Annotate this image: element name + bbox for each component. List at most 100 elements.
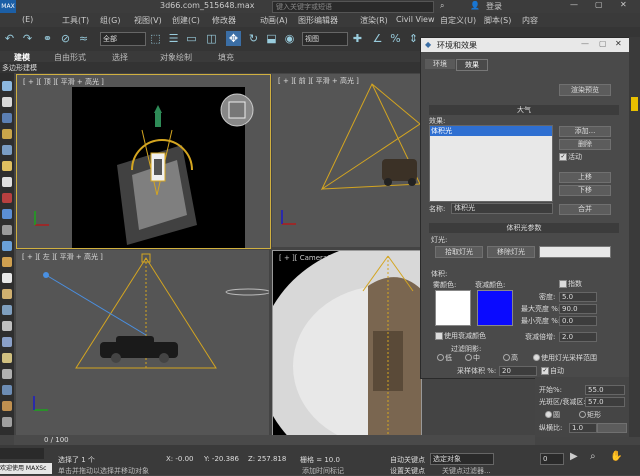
menu-rendering[interactable]: 渲染(R) — [360, 15, 388, 26]
key-mode-dropdown[interactable]: 选定对象 — [430, 453, 494, 465]
menu-tools[interactable]: 工具(T) — [62, 15, 89, 26]
selection-filter-dropdown[interactable]: 全部 — [100, 32, 146, 46]
stairs-icon[interactable] — [2, 417, 12, 427]
menu-edit[interactable]: (E) — [22, 15, 33, 24]
circle-radio[interactable] — [545, 411, 552, 418]
menu-graph-editors[interactable]: 图形编辑器 — [298, 15, 338, 26]
dialog-maximize-button[interactable]: ▢ — [599, 39, 607, 48]
close-button[interactable]: ✕ — [620, 0, 627, 9]
window-crossing-icon[interactable]: ◫ — [204, 31, 219, 46]
filter-high-radio[interactable] — [503, 354, 510, 361]
use-light-sample-radio[interactable] — [533, 354, 540, 361]
atten-color-swatch[interactable] — [477, 290, 513, 326]
menu-customize[interactable]: 自定义(U) — [440, 15, 476, 26]
rect-selection-icon[interactable]: ▭ — [184, 31, 199, 46]
menu-create[interactable]: 创建(C) — [172, 15, 200, 26]
effect-name-input[interactable]: 体积光 — [451, 203, 553, 214]
effects-list[interactable]: 体积光 — [429, 125, 553, 202]
login-link[interactable]: 登录 — [486, 1, 502, 12]
fog-color-swatch[interactable] — [435, 290, 471, 326]
density-spinner[interactable]: 5.0 — [559, 292, 597, 302]
bind-space-warp-icon[interactable]: ≈ — [76, 31, 91, 46]
viewport-top[interactable]: [ + ][ 顶 ][ 平滑 + 高光 ] — [16, 74, 271, 249]
use-atten-color-checkbox[interactable] — [435, 332, 443, 340]
snap-icon[interactable]: ∠ — [370, 31, 385, 46]
merge-button[interactable]: 合并 — [559, 204, 611, 215]
menu-animation[interactable]: 动画(A) — [260, 15, 288, 26]
geometry-icon[interactable] — [2, 225, 12, 235]
torus-icon[interactable] — [2, 257, 12, 267]
coord-x[interactable]: X: -0.00 — [166, 455, 194, 463]
maxscript-listener[interactable]: 欢迎使用 MAXSc — [0, 463, 52, 474]
spinner-snap-icon[interactable]: ⇕ — [406, 31, 421, 46]
search-icon[interactable]: ⌕ — [440, 1, 444, 11]
coord-y[interactable]: Y: -20.386 — [204, 455, 239, 463]
pan-icon[interactable]: ✋ — [610, 451, 622, 462]
minimize-button[interactable]: — — [570, 0, 578, 9]
select-object-icon[interactable]: ⬚ — [148, 31, 163, 46]
effects-list-item[interactable]: 体积光 — [430, 126, 552, 136]
tab-environment[interactable]: 环境 — [425, 59, 455, 69]
viewport-left[interactable]: [ + ][ 左 ][ 平滑 + 高光 ] — [16, 250, 269, 435]
exponent-checkbox[interactable] — [559, 280, 567, 288]
active-checkbox[interactable]: ✓ — [559, 153, 567, 161]
polygon-modeling-label[interactable]: 多边形建模 — [2, 63, 37, 73]
menu-view[interactable]: 视图(V) — [134, 15, 162, 26]
menu-modifiers[interactable]: 修改器 — [212, 15, 236, 26]
sample-volume-spinner[interactable]: 20 — [499, 366, 537, 376]
filter-mid-radio[interactable] — [465, 354, 472, 361]
zoom-icon[interactable]: ⌕ — [590, 451, 596, 462]
menu-group[interactable]: 组(G) — [100, 15, 120, 26]
nurbs-icon[interactable] — [2, 385, 12, 395]
select-by-name-icon[interactable]: ☰ — [166, 31, 181, 46]
hotspot-spinner[interactable]: 55.0 — [585, 385, 625, 395]
undo-icon[interactable]: ↶ — [2, 31, 17, 46]
min-brightness-spinner[interactable]: 0.0 — [559, 316, 597, 326]
volume-light-section-header[interactable]: 体积光参数 — [429, 223, 619, 233]
teapot-icon[interactable] — [2, 81, 12, 91]
light-icon[interactable] — [2, 161, 12, 171]
move-up-button[interactable]: 上移 — [559, 172, 611, 183]
tube-icon[interactable] — [2, 305, 12, 315]
light-list-dropdown[interactable] — [539, 246, 611, 258]
viewport-front[interactable]: [ + ][ 前 ][ 平滑 + 高光 ] — [272, 74, 420, 247]
dialog-minimize-button[interactable]: — — [581, 39, 589, 48]
camera-icon[interactable] — [2, 177, 12, 187]
viewport-camera[interactable]: [ + ][ Camera001 ][ 环境光阻挡 + 39 ] — [272, 250, 422, 437]
link-icon[interactable]: ⚭ — [40, 31, 55, 46]
plane-icon[interactable] — [2, 145, 12, 155]
unlink-icon[interactable]: ⊘ — [58, 31, 73, 46]
time-slider[interactable]: 0 / 100 — [14, 435, 535, 445]
select-move-icon[interactable]: ✥ — [226, 31, 241, 46]
maximize-button[interactable]: ▢ — [595, 0, 603, 9]
tab-effects[interactable]: 效果 — [456, 59, 488, 71]
script-listener-tab[interactable] — [0, 448, 44, 459]
rotate-icon[interactable]: ↻ — [246, 31, 261, 46]
spacewarp-icon[interactable] — [2, 241, 12, 251]
filter-low-radio[interactable] — [437, 354, 444, 361]
atmosphere-section-header[interactable]: 大气 — [429, 105, 619, 115]
patch-icon[interactable] — [2, 369, 12, 379]
dialog-close-button[interactable]: ✕ — [615, 39, 622, 48]
redo-icon[interactable]: ↷ — [20, 31, 35, 46]
rectangle-radio[interactable] — [579, 411, 586, 418]
pyramid-icon[interactable] — [2, 273, 12, 283]
max-brightness-spinner[interactable]: 90.0 — [559, 304, 597, 314]
auto-checkbox[interactable]: ✓ — [541, 367, 549, 375]
app-logo-icon[interactable]: MAX — [0, 0, 16, 13]
remove-light-button[interactable]: 移除灯光 — [487, 246, 535, 258]
helper-icon[interactable] — [2, 193, 12, 203]
menu-content[interactable]: 内容 — [522, 15, 538, 26]
angle-snap-icon[interactable]: % — [388, 31, 403, 46]
compound-icon[interactable] — [2, 353, 12, 363]
cone-icon[interactable] — [2, 289, 12, 299]
menu-scripting[interactable]: 脚本(S) — [484, 15, 511, 26]
coord-z[interactable]: Z: 257.818 — [248, 455, 286, 463]
command-panel-scroll-thumb[interactable] — [631, 97, 638, 111]
box-icon[interactable] — [2, 113, 12, 123]
play-icon[interactable]: ▶ — [570, 451, 578, 462]
door-icon[interactable] — [2, 401, 12, 411]
pick-light-button[interactable]: 拾取灯光 — [435, 246, 483, 258]
geosphere-icon[interactable] — [2, 321, 12, 331]
sphere-icon[interactable] — [2, 97, 12, 107]
